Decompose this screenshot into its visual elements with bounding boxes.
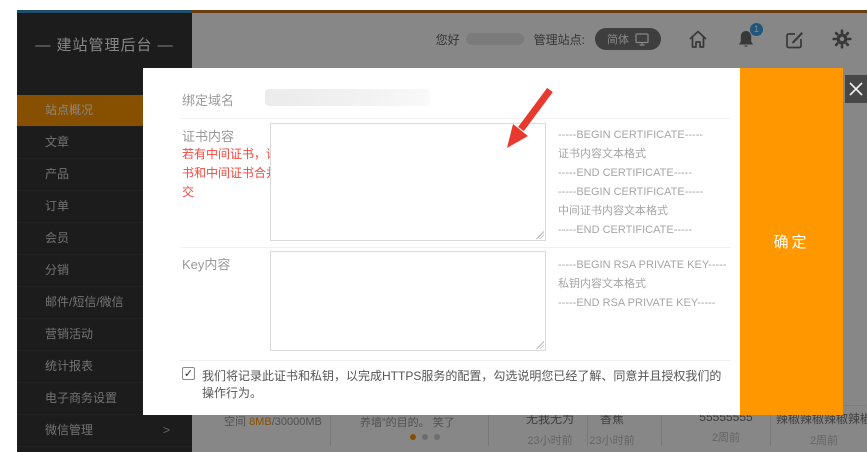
screen: — 建站管理后台 — 站点概况 文章 产品 订单 会员 分销 邮件/短信/微信 …	[0, 0, 867, 452]
agreement-row: ✓ 我们将记录此证书和私钥，以完成HTTPS服务的配置，勾选说明您已经了解、同意…	[182, 367, 727, 401]
hint-line: -----BEGIN RSA PRIVATE KEY-----	[558, 256, 726, 275]
divider	[180, 118, 730, 119]
close-modal-button[interactable]	[845, 75, 867, 103]
agreement-checkbox[interactable]: ✓	[182, 367, 195, 380]
key-content-textarea[interactable]	[270, 251, 546, 351]
agreement-text: 我们将记录此证书和私钥，以完成HTTPS服务的配置，勾选说明您已经了解、同意并且…	[202, 367, 727, 401]
divider	[180, 247, 730, 248]
key-format-hints: -----BEGIN RSA PRIVATE KEY----- 私钥内容文本格式…	[558, 256, 726, 313]
hint-line: 私钥内容文本格式	[558, 275, 726, 294]
cert-content-textarea[interactable]	[270, 123, 546, 241]
redacted-domain-value	[265, 89, 430, 106]
confirm-button[interactable]: 确定	[740, 68, 843, 415]
key-content-label: Key内容	[182, 254, 230, 273]
hint-line: -----END CERTIFICATE-----	[558, 164, 703, 183]
divider	[180, 360, 730, 361]
hint-line: -----BEGIN CERTIFICATE-----	[558, 183, 703, 202]
cert-format-hints: -----BEGIN CERTIFICATE----- 证书内容文本格式 ---…	[558, 126, 703, 240]
hint-line: 证书内容文本格式	[558, 145, 703, 164]
hint-line: 中间证书内容文本格式	[558, 202, 703, 221]
cert-content-label: 证书内容	[182, 126, 234, 145]
ssl-certificate-modal: 绑定域名 证书内容 若有中间证书，请证书和中间证书合并提交 -----BEGIN…	[143, 68, 843, 415]
close-icon	[849, 82, 863, 96]
hint-line: -----BEGIN CERTIFICATE-----	[558, 126, 703, 145]
bind-domain-label: 绑定域名	[182, 90, 234, 109]
hint-line: -----END RSA PRIVATE KEY-----	[558, 294, 726, 313]
hint-line: -----END CERTIFICATE-----	[558, 221, 703, 240]
